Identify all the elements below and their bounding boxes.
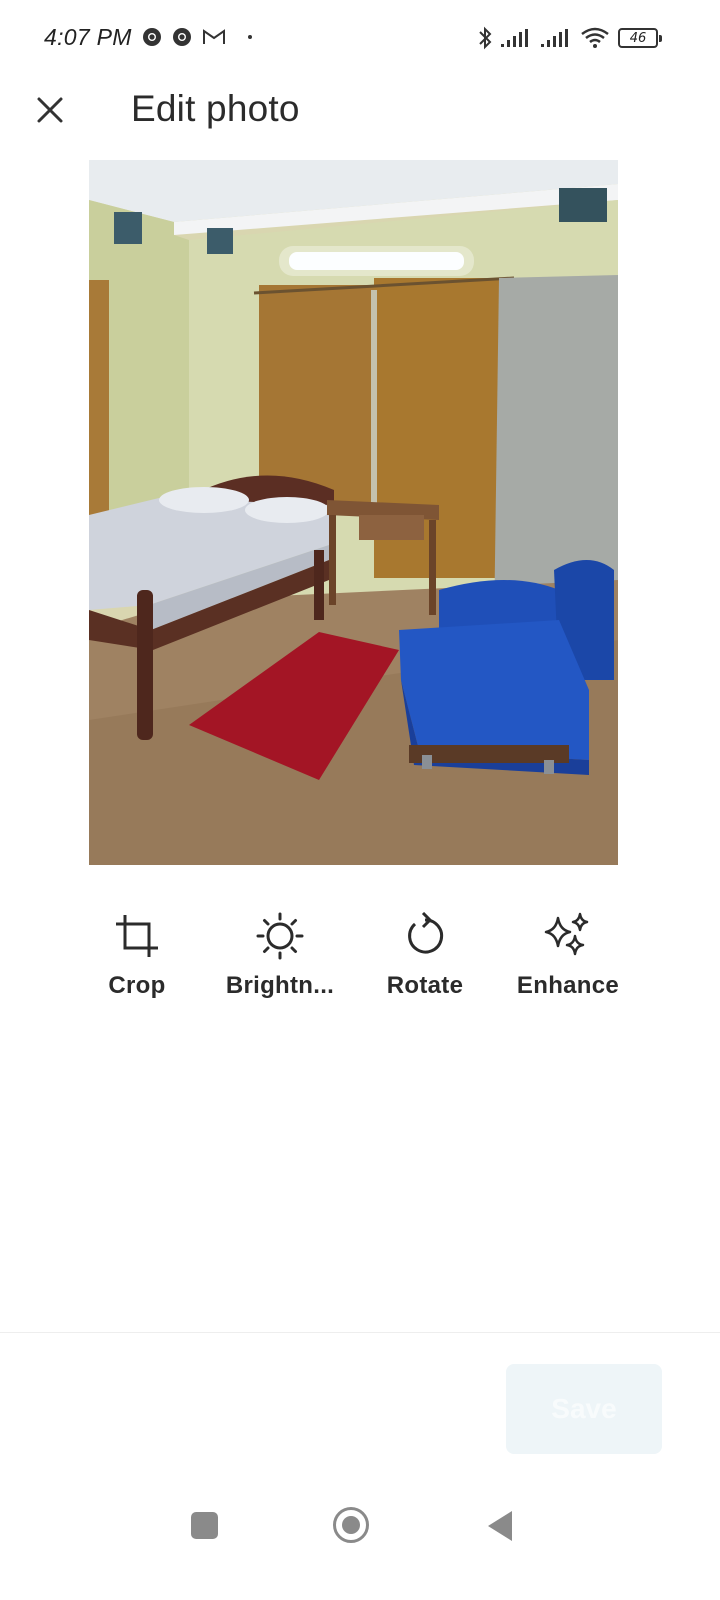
enhance-button[interactable]: Enhance	[503, 908, 633, 1000]
crop-icon	[72, 908, 202, 964]
rotate-label: Rotate	[386, 972, 464, 999]
status-bar: 4:07 PM 46	[0, 0, 720, 78]
rotate-button[interactable]: Rotate	[360, 908, 490, 1000]
battery-icon: 46	[618, 28, 662, 48]
close-button[interactable]	[28, 88, 72, 132]
signal-icon	[541, 29, 568, 47]
sparkle-icon	[503, 908, 633, 964]
page-title: Edit photo	[131, 88, 300, 129]
photo-illustration	[89, 160, 618, 865]
enhance-label: Enhance	[516, 972, 620, 999]
status-notification-icons	[142, 27, 252, 47]
save-button[interactable]: Save	[506, 1364, 662, 1454]
recents-icon[interactable]	[191, 1512, 218, 1539]
bluetooth-icon	[479, 26, 492, 50]
signal-icon	[501, 29, 528, 47]
battery-level: 46	[629, 30, 647, 46]
brightness-button[interactable]: Brightn...	[215, 908, 345, 1000]
app-bar: Edit photo	[0, 78, 720, 150]
home-icon[interactable]	[333, 1507, 369, 1543]
chrome-icon	[173, 28, 191, 46]
edit-tools: Crop Brightn... Rotate Enhance	[80, 908, 650, 1008]
status-system-icons: 46	[478, 26, 662, 50]
footer-divider	[0, 1332, 720, 1333]
crop-button[interactable]: Crop	[72, 908, 202, 1000]
bedroom-photo	[89, 160, 618, 865]
brightness-icon	[215, 908, 345, 964]
back-icon[interactable]	[488, 1511, 512, 1541]
status-time: 4:07 PM	[44, 24, 132, 50]
close-icon	[37, 97, 63, 123]
wifi-icon	[581, 27, 609, 48]
crop-label: Crop	[108, 972, 166, 999]
system-nav-bar	[0, 1490, 720, 1560]
chrome-icon	[143, 28, 161, 46]
rotate-icon	[360, 908, 490, 964]
gmail-icon	[203, 29, 225, 44]
brightness-label: Brightn...	[225, 972, 335, 999]
notification-dot	[248, 35, 252, 39]
